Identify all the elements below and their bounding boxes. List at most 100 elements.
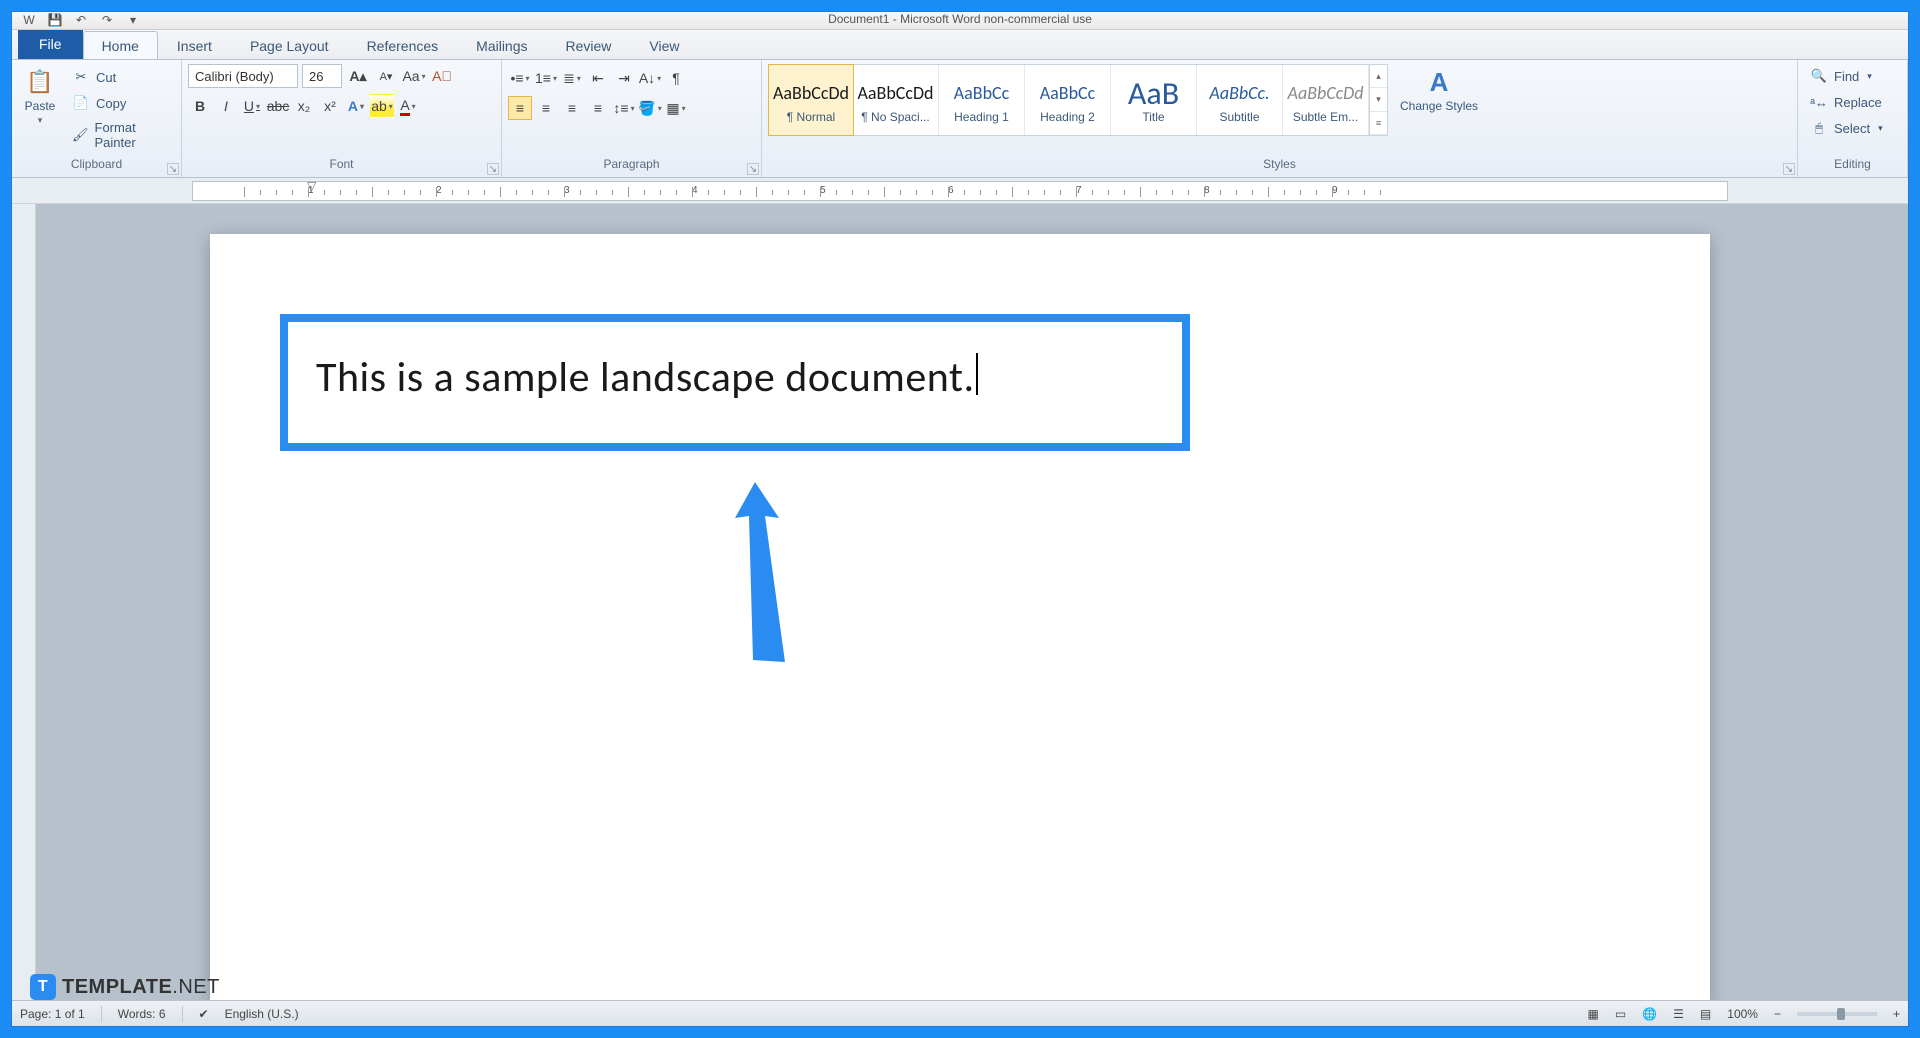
sort-icon[interactable]: A↓ (638, 66, 662, 90)
tab-page-layout[interactable]: Page Layout (231, 31, 348, 59)
ribbon-tabs: File Home Insert Page Layout References … (12, 30, 1908, 60)
tab-view[interactable]: View (630, 31, 698, 59)
justify-button[interactable]: ≡ (586, 96, 610, 120)
font-color-icon[interactable]: A (396, 94, 420, 118)
document-page[interactable]: This is a sample landscape document. (210, 234, 1710, 1000)
underline-button[interactable]: U (240, 94, 264, 118)
status-proofing-icon[interactable]: ✔ (199, 1007, 209, 1021)
align-center-button[interactable]: ≡ (534, 96, 558, 120)
strikethrough-button[interactable]: abc (266, 94, 290, 118)
styles-scroll-down[interactable]: ▾ (1370, 88, 1387, 111)
save-icon[interactable]: 💾 (46, 13, 64, 27)
format-painter-button[interactable]: 🖌Format Painter (68, 118, 175, 152)
styles-group-label: Styles (768, 157, 1791, 177)
shading-icon[interactable]: 🪣 (638, 96, 662, 120)
bullets-icon[interactable]: •≡ (508, 66, 532, 90)
multilevel-icon[interactable]: ≣ (560, 66, 584, 90)
bold-button[interactable]: B (188, 94, 212, 118)
copy-icon: 📄 (72, 94, 90, 112)
view-draft-icon[interactable]: ▤ (1700, 1007, 1711, 1021)
redo-icon[interactable]: ↷ (98, 13, 116, 27)
superscript-button[interactable]: x² (318, 94, 342, 118)
text-cursor (976, 353, 978, 395)
text-effects-icon[interactable]: A (344, 94, 368, 118)
font-group-label: Font (188, 157, 495, 177)
paste-icon: 📋 (24, 66, 56, 98)
status-zoom[interactable]: 100% (1727, 1007, 1758, 1021)
font-size-combo[interactable]: 26 (302, 64, 342, 88)
status-language[interactable]: English (U.S.) (225, 1007, 299, 1021)
numbering-icon[interactable]: 1≡ (534, 66, 558, 90)
group-clipboard: 📋 Paste ▾ ✂Cut 📄Copy 🖌Format Painter Cli… (12, 60, 182, 177)
style-subtle-emphasis[interactable]: AaBbCcDdSubtle Em... (1283, 65, 1369, 135)
change-styles-button[interactable]: A Change Styles (1394, 64, 1484, 115)
change-case-icon[interactable]: Aa (402, 64, 426, 88)
subscript-button[interactable]: x₂ (292, 94, 316, 118)
font-dialog-launcher[interactable]: ↘ (487, 163, 499, 175)
view-outline-icon[interactable]: ☰ (1673, 1007, 1684, 1021)
style-heading1[interactable]: AaBbCcHeading 1 (939, 65, 1025, 135)
italic-button[interactable]: I (214, 94, 238, 118)
tab-mailings[interactable]: Mailings (457, 31, 546, 59)
align-right-button[interactable]: ≡ (560, 96, 584, 120)
borders-icon[interactable]: ▦ (664, 96, 688, 120)
styles-dialog-launcher[interactable]: ↘ (1783, 163, 1795, 175)
cut-button[interactable]: ✂Cut (68, 66, 175, 88)
tab-home[interactable]: Home (83, 31, 158, 59)
style-normal[interactable]: AaBbCcDd¶ Normal (768, 64, 854, 136)
document-text[interactable]: This is a sample landscape document. (316, 352, 975, 403)
align-left-button[interactable]: ≡ (508, 96, 532, 120)
zoom-slider[interactable] (1797, 1012, 1877, 1016)
view-full-screen-icon[interactable]: ▭ (1615, 1007, 1626, 1021)
increase-indent-icon[interactable]: ⇥ (612, 66, 636, 90)
horizontal-ruler[interactable]: ▽ 123456789 (192, 181, 1728, 201)
shrink-font-icon[interactable]: A▾ (374, 64, 398, 88)
style-no-spacing[interactable]: AaBbCcDd¶ No Spaci... (853, 65, 939, 135)
tab-references[interactable]: References (348, 31, 458, 59)
decrease-indent-icon[interactable]: ⇤ (586, 66, 610, 90)
zoom-in-button[interactable]: + (1893, 1007, 1900, 1021)
status-words[interactable]: Words: 6 (118, 1007, 166, 1021)
editing-group-label: Editing (1804, 157, 1901, 177)
show-marks-icon[interactable]: ¶ (664, 66, 688, 90)
window-title: Document1 - Microsoft Word non-commercia… (828, 12, 1092, 26)
undo-icon[interactable]: ↶ (72, 13, 90, 27)
group-editing: 🔍Find▾ ᵃ↔Replace 🖱Select▾ Editing (1798, 60, 1908, 177)
clipboard-dialog-launcher[interactable]: ↘ (167, 163, 179, 175)
styles-scrollbar: ▴ ▾ ≡ (1369, 65, 1387, 135)
select-button[interactable]: 🖱Select▾ (1804, 116, 1889, 140)
titlebar: W 💾 ↶ ↷ ▾ Document1 - Microsoft Word non… (12, 12, 1908, 30)
vertical-ruler[interactable] (12, 204, 36, 1000)
find-button[interactable]: 🔍Find▾ (1804, 64, 1878, 88)
qat-more-icon[interactable]: ▾ (124, 13, 142, 27)
replace-button[interactable]: ᵃ↔Replace (1804, 90, 1888, 114)
tab-review[interactable]: Review (547, 31, 631, 59)
view-web-icon[interactable]: 🌐 (1642, 1007, 1657, 1021)
grow-font-icon[interactable]: A▴ (346, 64, 370, 88)
zoom-out-button[interactable]: − (1774, 1007, 1781, 1021)
clear-formatting-icon[interactable]: А⃠ (430, 64, 454, 88)
styles-expand[interactable]: ≡ (1370, 112, 1387, 135)
status-page[interactable]: Page: 1 of 1 (20, 1007, 85, 1021)
line-spacing-icon[interactable]: ↕≡ (612, 96, 636, 120)
tab-file[interactable]: File (18, 28, 83, 59)
document-workspace[interactable]: This is a sample landscape document. (12, 204, 1908, 1000)
view-print-layout-icon[interactable]: ▦ (1588, 1007, 1599, 1021)
brush-icon: 🖌 (72, 126, 89, 144)
copy-button[interactable]: 📄Copy (68, 92, 175, 114)
highlight-icon[interactable]: ab (370, 94, 394, 118)
paste-label: Paste (25, 100, 56, 113)
word-icon: W (20, 13, 38, 27)
style-heading2[interactable]: AaBbCcHeading 2 (1025, 65, 1111, 135)
watermark-suffix: .NET (172, 976, 220, 998)
ruler-area: ▽ 123456789 (12, 178, 1908, 204)
style-subtitle[interactable]: AaBbCc.Subtitle (1197, 65, 1283, 135)
paste-button[interactable]: 📋 Paste ▾ (18, 64, 62, 128)
style-title[interactable]: AaBTitle (1111, 65, 1197, 135)
quick-access-toolbar: W 💾 ↶ ↷ ▾ (20, 13, 142, 27)
find-label: Find (1834, 69, 1859, 84)
font-name-combo[interactable]: Calibri (Body) (188, 64, 298, 88)
paragraph-dialog-launcher[interactable]: ↘ (747, 163, 759, 175)
styles-scroll-up[interactable]: ▴ (1370, 65, 1387, 88)
tab-insert[interactable]: Insert (158, 31, 231, 59)
